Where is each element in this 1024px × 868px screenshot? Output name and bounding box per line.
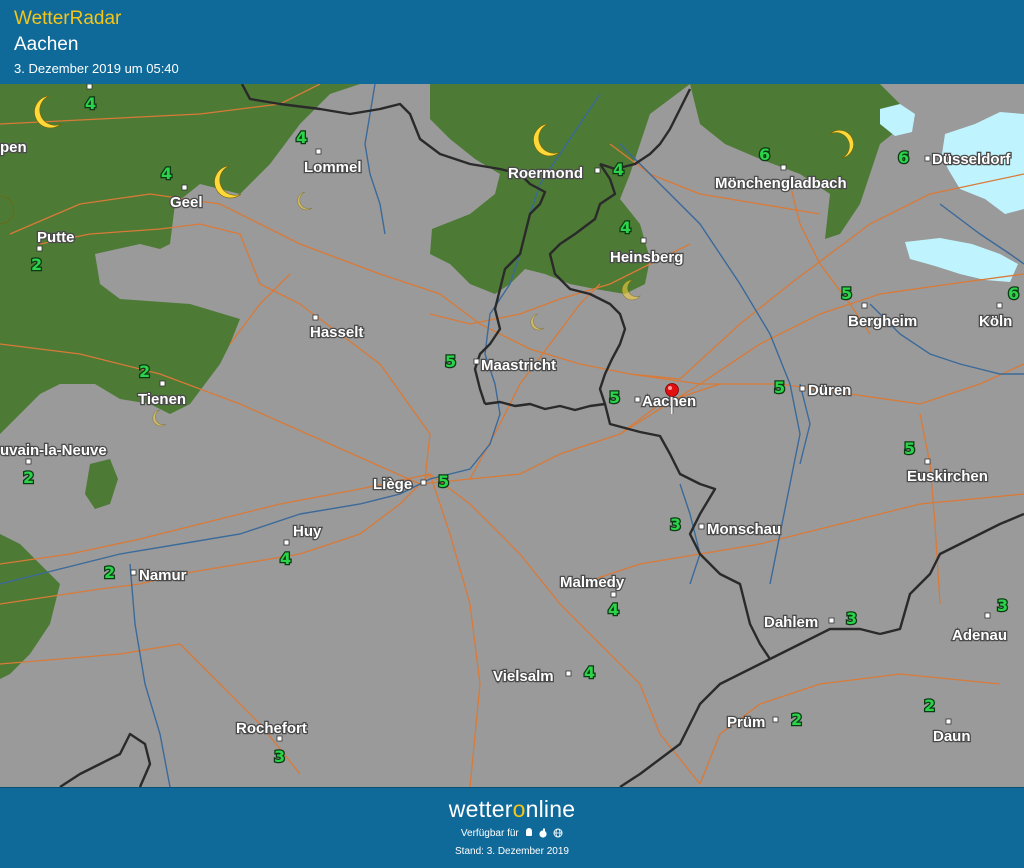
city-label: Geel	[170, 194, 203, 211]
android-icon[interactable]	[524, 828, 534, 838]
temperature-label: 5	[904, 439, 915, 458]
map-canvas[interactable]: Lommel Roermond Mönchengladbach Düsseldo…	[0, 84, 1024, 787]
city-label: Putte	[37, 229, 75, 246]
temperature-label: 4	[613, 160, 624, 179]
city-label: Roermond	[508, 165, 583, 182]
app-frame: WetterRadar Aachen 3. Dezember 2019 um 0…	[0, 0, 1024, 868]
apple-icon[interactable]	[538, 828, 548, 838]
footer-bar: wetteronline Verfügbar für Stand: 3. Dez…	[0, 787, 1024, 868]
temperature-label: 4	[85, 94, 96, 113]
city-label: Daun	[933, 728, 971, 745]
temperature-label: 5	[609, 388, 620, 407]
city-label: Düsseldorf	[932, 151, 1011, 168]
temperature-label: 4	[584, 663, 595, 682]
temperature-label: 6	[898, 148, 909, 167]
temperature-label: 5	[841, 284, 852, 303]
availability-line: Verfügbar für	[0, 828, 1024, 839]
temperature-label: 5	[438, 472, 449, 491]
temperature-label: 4	[280, 549, 291, 568]
city-label: Köln	[979, 313, 1012, 330]
city-label: Monschau	[707, 521, 781, 538]
city-label: Adenau	[952, 627, 1007, 644]
temperature-label: 2	[924, 696, 935, 715]
logo-part-o: o	[512, 796, 526, 822]
city-label: Rochefort	[236, 720, 307, 737]
logo-part-wetter: wetter	[448, 796, 513, 822]
temperature-label: 3	[670, 515, 681, 534]
temperature-label: 4	[296, 128, 307, 147]
city-label: Vielsalm	[493, 668, 554, 685]
city-label: uvain-la-Neuve	[0, 442, 107, 459]
city-label: Euskirchen	[907, 468, 988, 485]
header-bar: WetterRadar Aachen 3. Dezember 2019 um 0…	[0, 0, 1024, 84]
temperature-label: 6	[759, 145, 770, 164]
temperature-label: 4	[161, 164, 172, 183]
logo-part-nline: nline	[525, 796, 576, 822]
city-label: Prüm	[727, 714, 765, 731]
city-label: Tienen	[138, 391, 186, 408]
temperature-label: 3	[846, 609, 857, 628]
temperature-label: 2	[139, 362, 150, 381]
city-label: Heinsberg	[610, 249, 683, 266]
city-label: Malmedy	[560, 574, 625, 591]
availability-text: Verfügbar für	[460, 828, 519, 839]
city-label: Mönchengladbach	[715, 175, 847, 192]
radar-timestamp: 3. Dezember 2019 um 05:40	[14, 61, 179, 76]
web-icon[interactable]	[553, 828, 563, 838]
temperature-label: 6	[1008, 284, 1019, 303]
temperature-label: 3	[997, 596, 1008, 615]
radar-map[interactable]: Lommel Roermond Mönchengladbach Düsseldo…	[0, 84, 1024, 787]
temperature-label: 4	[620, 218, 631, 237]
temperature-label: 5	[774, 378, 785, 397]
city-label: Maastricht	[481, 357, 556, 374]
temperature-label: 2	[791, 710, 802, 729]
city-label: pen	[0, 139, 27, 156]
location-title: Aachen	[14, 34, 79, 55]
app-title: WetterRadar	[14, 8, 122, 29]
city-label: Bergheim	[848, 313, 917, 330]
city-label: Dahlem	[764, 614, 818, 631]
temperature-label: 2	[23, 468, 34, 487]
city-label: Namur	[139, 567, 187, 584]
temperature-label: 2	[31, 255, 42, 274]
temperature-label: 2	[104, 563, 115, 582]
data-stand: Stand: 3. Dezember 2019	[455, 846, 569, 857]
wetteronline-logo[interactable]: wetteronline	[0, 796, 1024, 823]
temperature-label: 3	[274, 747, 285, 766]
city-label: Düren	[808, 382, 851, 399]
temperature-label: 4	[608, 600, 619, 619]
city-label: Lommel	[304, 159, 362, 176]
temperature-label: 5	[445, 352, 456, 371]
city-label: Liège	[373, 476, 412, 493]
city-label: Hasselt	[310, 324, 363, 341]
city-label: Huy	[293, 523, 322, 540]
